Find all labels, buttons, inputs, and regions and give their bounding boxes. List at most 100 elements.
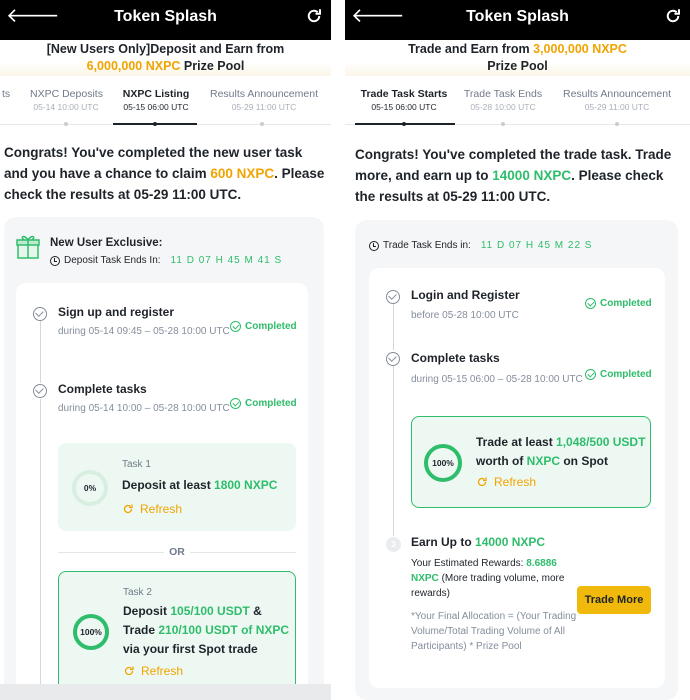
timeline-dot (501, 122, 505, 126)
trade-timer: Trade Task Ends in: 11 D 07 H 45 M 22 S (369, 240, 592, 251)
task1-amount: 1800 NXPC (214, 478, 278, 492)
steps-card: Sign up and register during 05-14 09:45 … (16, 283, 308, 700)
banner-amount: 6,000,000 NXPC (86, 59, 181, 73)
refresh-label: Refresh (140, 502, 183, 516)
panel-gap (331, 0, 345, 700)
banner-line1: Trade and Earn from 3,000,000 NXPC (345, 40, 690, 58)
step-subtitle: during 05-15 06:00 – 05-28 10:00 UTC (411, 374, 583, 385)
congrats-text: Congrats! You've completed the new user … (4, 142, 328, 205)
step-title: Complete tasks (58, 382, 147, 396)
refresh-icon[interactable] (664, 7, 682, 25)
tab-label: Trade Task Starts (360, 88, 448, 100)
tab-results[interactable]: Results Announcement 05-29 11:00 UTC (206, 88, 322, 114)
trade-more-button[interactable]: Trade More (577, 586, 651, 614)
refresh-icon (123, 504, 133, 514)
task2-refresh-button[interactable]: Refresh (123, 664, 183, 678)
clock-icon (50, 255, 60, 266)
step-check-icon (33, 384, 47, 398)
completed-check-icon (230, 398, 241, 409)
timeline-tabs: Trade Task Starts 05-15 06:00 UTC Trade T… (345, 86, 690, 126)
countdown: 11 D 07 H 45 M 22 S (480, 240, 593, 251)
task2-progress-ring: 100% (73, 614, 109, 650)
status-text: Completed (600, 369, 652, 380)
tab-prev[interactable]: ts (2, 88, 10, 101)
banner-amount: 3,000,000 NXPC (533, 42, 627, 56)
step-title: Sign up and register (58, 305, 175, 319)
banner-suffix: Prize Pool (487, 59, 548, 73)
step3-title: Earn Up to 14000 NXPC (411, 535, 545, 549)
congrats-text: Congrats! You've completed the trade tas… (355, 144, 687, 207)
trade-card: Trade Task Ends in: 11 D 07 H 45 M 22 S … (355, 220, 678, 700)
bottom-bar (0, 684, 331, 700)
task2-label: Task 2 (123, 587, 152, 598)
refresh-icon (477, 477, 487, 487)
tab-date: 05-15 06:00 UTC (371, 102, 437, 112)
step-check-icon (386, 352, 400, 366)
right-panel: 🡐 Token Splash Trade and Earn from 3,000… (345, 0, 690, 700)
step-check-icon (386, 290, 400, 304)
trade-text-b: worth of (476, 454, 527, 468)
step-title: Complete tasks (411, 351, 500, 365)
completed-check-icon (585, 298, 596, 309)
banner-text: Trade and Earn from (408, 42, 534, 56)
trade-refresh-button[interactable]: Refresh (476, 475, 536, 489)
prize-banner: [New Users Only]Deposit and Earn from 6,… (0, 40, 331, 76)
step-connector (393, 304, 394, 350)
status-badge: Completed (585, 369, 652, 380)
timeline-dot (260, 122, 264, 126)
refresh-label: Refresh (141, 664, 184, 678)
prize-banner: Trade and Earn from 3,000,000 NXPC Prize… (345, 40, 690, 76)
tab-trade-starts[interactable]: Trade Task Starts 05-15 06:00 UTC (357, 88, 451, 114)
tab-label: Trade Task Ends (463, 88, 543, 100)
left-panel: 🡐 Token Splash [New Users Only]Deposit a… (0, 0, 331, 700)
page-title: Token Splash (114, 8, 217, 25)
timeline-dot-active (402, 122, 406, 126)
step-title: Login and Register (411, 288, 520, 302)
timeline-dot (64, 122, 68, 126)
status-text: Completed (600, 298, 652, 309)
tab-nxpc-deposits[interactable]: NXPC Deposits 05-14 10:00 UTC (30, 88, 103, 114)
page-title: Token Splash (466, 8, 569, 25)
tab-label: Results Announcement (210, 88, 318, 100)
banner-line1: [New Users Only]Deposit and Earn from (46, 42, 285, 56)
tab-label: Results Announcement (563, 88, 671, 100)
timer-label: Trade Task Ends in: (383, 240, 471, 251)
task1-box: 0% Task 1 Deposit at least 1800 NXPC Ref… (58, 443, 296, 531)
task1-refresh-button[interactable]: Refresh (122, 502, 182, 516)
congrats-amount: 14000 NXPC (492, 168, 572, 183)
trade-amount: 1,048/500 USDT (556, 435, 646, 449)
tab-nxpc-listing[interactable]: NXPC Listing 05-15 06:00 UTC (114, 88, 198, 114)
tab-results[interactable]: Results Announcement 05-29 11:00 UTC (557, 88, 677, 114)
tab-trade-ends[interactable]: Trade Task Ends 05-28 10:00 UTC (459, 88, 547, 114)
task1-label: Task 1 (122, 459, 151, 470)
trade-task-text: Trade at least 1,048/500 USDT worth of N… (476, 433, 646, 471)
status-text: Completed (245, 321, 297, 332)
step-subtitle: during 05-14 10:00 – 05-28 10:00 UTC (58, 403, 230, 414)
task2-text: Deposit 105/100 USDT & Trade 210/100 USD… (123, 602, 293, 659)
step-connector (40, 399, 41, 699)
countdown: 11 D 07 H 45 M 41 S (170, 255, 283, 266)
tab-label: NXPC Listing (122, 88, 190, 100)
refresh-label: Refresh (494, 475, 537, 489)
trade-task-box: 100% Trade at least 1,048/500 USDT worth… (411, 416, 651, 508)
task2-text-c: via your first Spot trade (123, 642, 258, 656)
step-subtitle: before 05-28 10:00 UTC (411, 310, 519, 321)
completed-check-icon (585, 369, 596, 380)
tab-date: 05-15 06:00 UTC (123, 102, 189, 112)
new-user-card: New User Exclusive: Deposit Task Ends In… (4, 217, 324, 700)
refresh-icon (124, 666, 134, 676)
deposit-timer: Deposit Task Ends In: 11 D 07 H 45 M 41 … (50, 255, 282, 266)
status-badge: Completed (585, 298, 652, 309)
banner-suffix: Prize Pool (183, 59, 245, 73)
steps-card: Login and Register before 05-28 10:00 UT… (369, 268, 665, 688)
step-subtitle: during 05-14 09:45 – 05-28 10:00 UTC (58, 326, 230, 337)
est-label: Your Estimated Rewards: (411, 558, 527, 569)
timeline-dot (615, 122, 619, 126)
task1-progress-ring: 0% (72, 470, 108, 506)
congrats-amount: 600 NXPC (210, 166, 275, 181)
tab-label: NXPC Deposits (30, 88, 103, 100)
refresh-icon[interactable] (305, 7, 323, 25)
estimated-rewards: Your Estimated Rewards: 8.6886 NXPC (Mor… (411, 556, 576, 601)
tab-label: ts (2, 88, 11, 100)
completed-check-icon (230, 321, 241, 332)
